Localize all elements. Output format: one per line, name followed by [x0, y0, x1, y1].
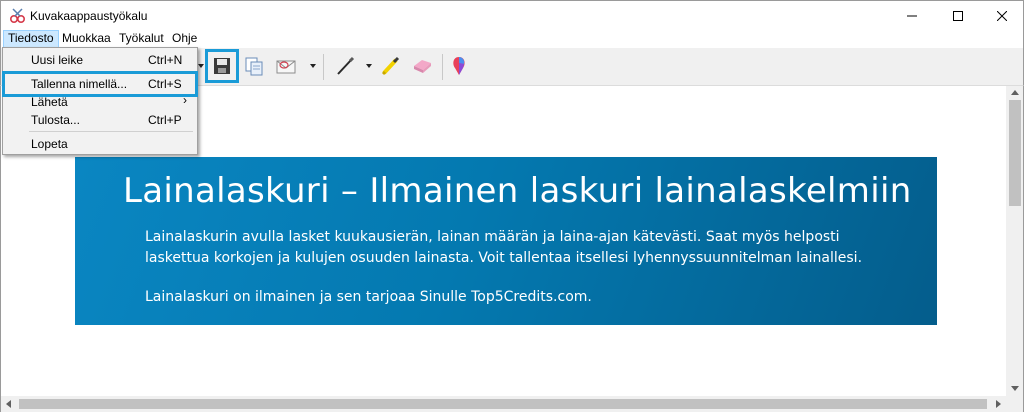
- menu-item-exit[interactable]: Lopeta: [5, 134, 195, 154]
- menu-item-label: Lopeta: [31, 137, 68, 151]
- menu-item-save-as[interactable]: Tallenna nimellä... Ctrl+S: [2, 71, 198, 97]
- menu-item-label: Tulosta...: [31, 113, 80, 127]
- banner-paragraph: Lainalaskurin avulla lasket kuukausierän…: [145, 229, 863, 266]
- submenu-chevron-icon: ›: [183, 93, 187, 107]
- pen-icon: [337, 56, 355, 75]
- paint3d-button[interactable]: [447, 54, 471, 78]
- snipping-tool-icon: [9, 8, 27, 24]
- vertical-scrollbar[interactable]: [1006, 86, 1024, 396]
- menu-item-shortcut: Ctrl+N: [148, 53, 183, 67]
- toolbar-separator: [442, 54, 443, 80]
- highlighter-button[interactable]: [378, 54, 402, 78]
- banner-paragraph: Lainalaskuri on ilmainen ja sen tarjoaa …: [145, 289, 592, 305]
- close-button[interactable]: [979, 1, 1024, 31]
- horizontal-scroll-thumb[interactable]: [19, 399, 987, 409]
- menu-separator: [29, 131, 193, 132]
- pen-dropdown-arrow[interactable]: [366, 64, 372, 68]
- send-email-icon: [276, 60, 296, 74]
- minimize-icon: [907, 15, 917, 17]
- paint3d-icon: [453, 57, 465, 75]
- menu-item-print[interactable]: Tulosta... Ctrl+P: [5, 110, 195, 130]
- new-dropdown-arrow[interactable]: [198, 64, 204, 68]
- menu-bar: Tiedosto Muokkaa Työkalut Ohje: [0, 30, 1024, 48]
- menu-item-label: Uusi leike: [31, 53, 84, 67]
- eraser-icon: [414, 60, 431, 73]
- menu-item-shortcut: Ctrl+S: [148, 77, 182, 91]
- save-button[interactable]: [205, 49, 239, 83]
- title-bar: Kuvakaappaustyökalu: [0, 0, 1024, 30]
- save-icon: [214, 58, 230, 74]
- scroll-up-icon[interactable]: [1011, 90, 1019, 95]
- vertical-scroll-thumb[interactable]: [1009, 100, 1021, 206]
- send-dropdown-arrow[interactable]: [310, 64, 316, 68]
- menu-item-shortcut: Ctrl+P: [148, 113, 182, 127]
- scroll-right-icon[interactable]: [996, 400, 1001, 408]
- copy-icon: [245, 57, 263, 76]
- close-icon: [997, 11, 1007, 21]
- banner-title: Lainalaskuri – Ilmainen laskuri lainalas…: [123, 171, 912, 211]
- minimize-button[interactable]: [889, 1, 935, 31]
- menu-item-send[interactable]: Lähetä ›: [5, 92, 195, 112]
- horizontal-scrollbar[interactable]: [0, 396, 1006, 412]
- maximize-button[interactable]: [935, 1, 981, 31]
- scrollbar-corner: [1006, 396, 1024, 412]
- captured-banner: Lainalaskuri – Ilmainen laskuri lainalas…: [75, 157, 937, 325]
- menu-tools[interactable]: Työkalut: [115, 30, 168, 48]
- eraser-button[interactable]: [410, 54, 434, 78]
- scroll-left-icon[interactable]: [6, 400, 11, 408]
- scroll-down-icon[interactable]: [1011, 386, 1019, 391]
- toolbar-separator: [323, 54, 324, 80]
- menu-separator: [29, 71, 193, 72]
- menu-help[interactable]: Ohje: [168, 30, 201, 48]
- highlighter-icon: [381, 56, 400, 76]
- pen-button[interactable]: [333, 54, 357, 78]
- menu-item-new-snip[interactable]: Uusi leike Ctrl+N: [5, 50, 195, 70]
- copy-button[interactable]: [242, 54, 266, 78]
- menu-edit[interactable]: Muokkaa: [58, 30, 115, 48]
- maximize-icon: [953, 11, 963, 21]
- menu-item-label: Tallenna nimellä...: [31, 77, 128, 91]
- menu-file[interactable]: Tiedosto: [3, 30, 59, 48]
- menu-item-label: Lähetä: [31, 95, 68, 109]
- window-title: Kuvakaappaustyökalu: [30, 9, 148, 23]
- send-email-button[interactable]: [274, 54, 298, 78]
- file-menu-dropdown: Uusi leike Ctrl+N Tallenna nimellä... Ct…: [2, 47, 198, 155]
